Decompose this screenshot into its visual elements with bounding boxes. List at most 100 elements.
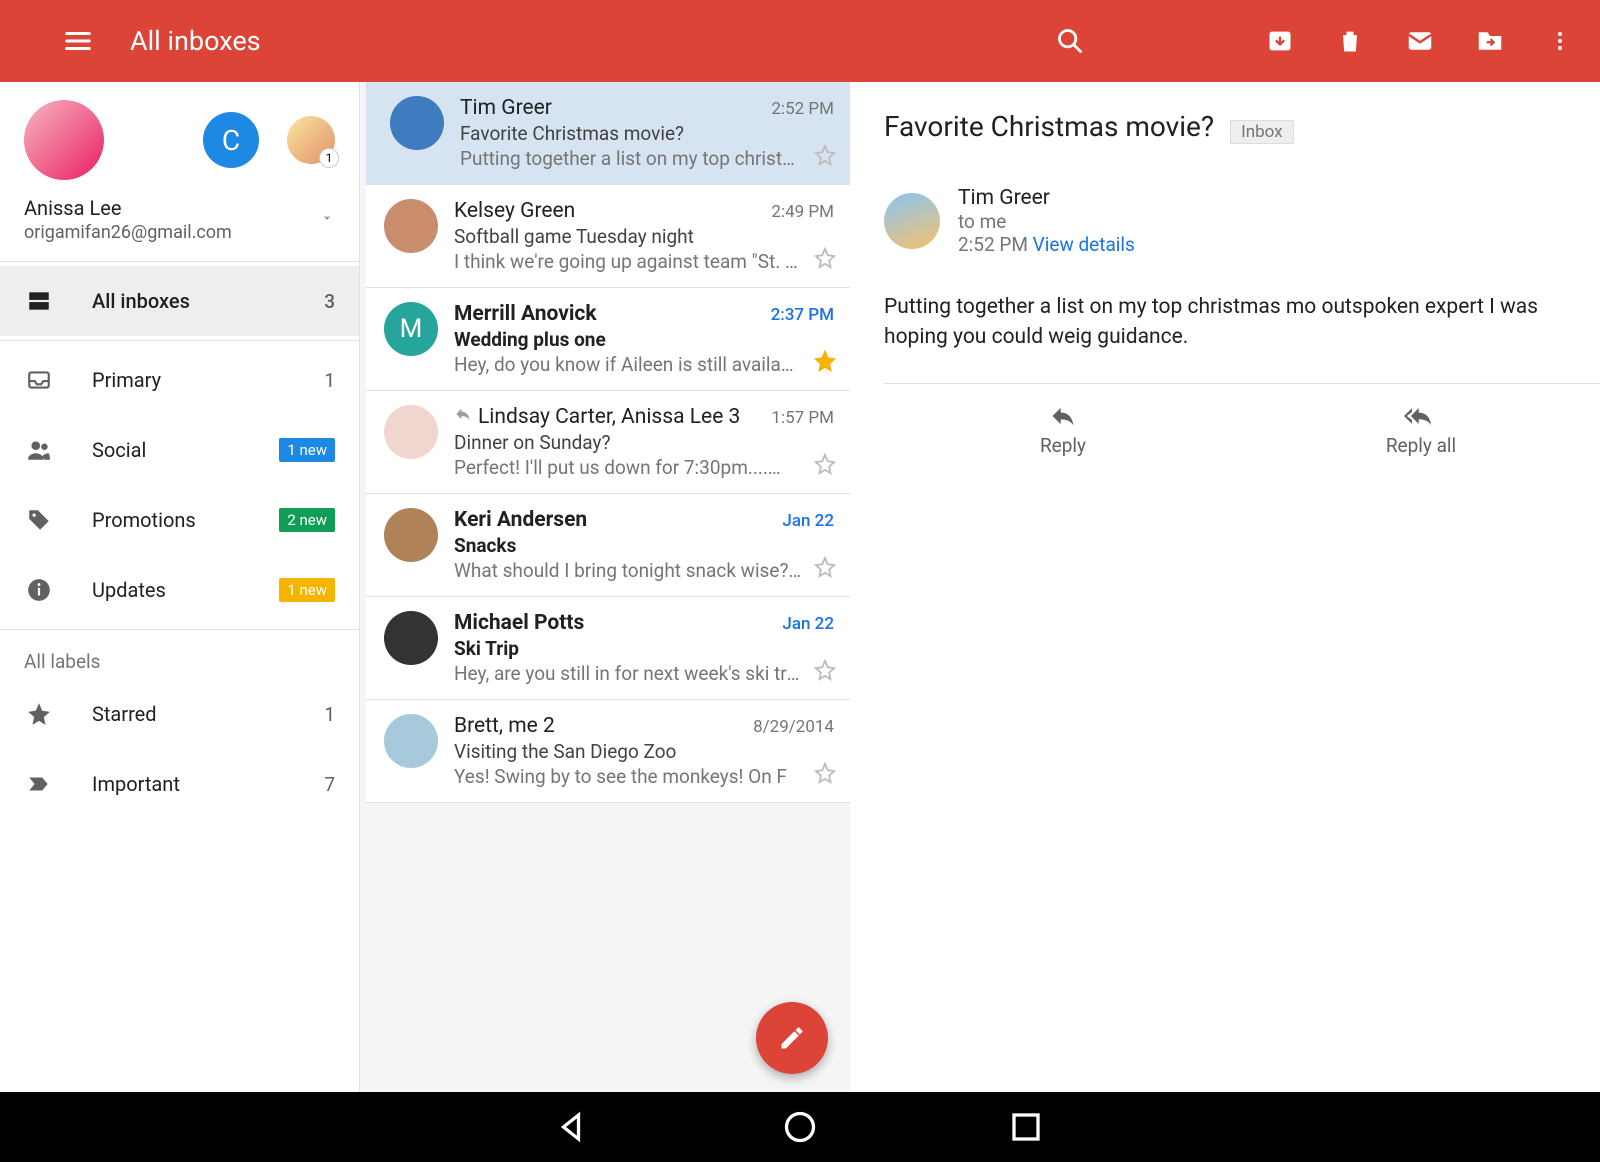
message-row[interactable]: Brett, me 2 8/29/2014 Visiting the San Die… bbox=[366, 700, 850, 803]
message-subject: Visiting the San Diego Zoo bbox=[454, 740, 834, 763]
reply-all-button[interactable]: Reply all bbox=[1242, 384, 1600, 475]
compose-fab[interactable] bbox=[756, 1002, 828, 1074]
toolbar-title: All inboxes bbox=[130, 25, 261, 57]
info-icon bbox=[24, 577, 54, 603]
current-account-avatar[interactable] bbox=[24, 100, 104, 180]
nav-count: 7 bbox=[324, 773, 335, 796]
nav-label: Updates bbox=[92, 578, 166, 602]
recipient-line: to me bbox=[958, 210, 1135, 233]
message-row[interactable]: MMerrill Anovick2:37 PMWedding plus oneH… bbox=[366, 288, 850, 391]
nav-label: Primary bbox=[92, 368, 161, 392]
nav-count: 1 bbox=[324, 703, 335, 726]
app-toolbar: All inboxes bbox=[0, 0, 1600, 82]
message-subject: Dinner on Sunday? bbox=[454, 431, 834, 454]
sender-text: Brett, me 2 bbox=[454, 714, 555, 738]
reply-label: Reply bbox=[1040, 434, 1086, 457]
star-icon[interactable] bbox=[814, 247, 836, 273]
sender-text: Keri Andersen bbox=[454, 508, 587, 532]
reading-pane: Favorite Christmas movie? Inbox Tim Gree… bbox=[850, 82, 1600, 1092]
nav-label: Starred bbox=[92, 702, 157, 726]
nav-count: 1 bbox=[324, 369, 335, 392]
star-icon bbox=[24, 701, 54, 727]
message-body: Putting together a list on my top christ… bbox=[884, 292, 1600, 353]
view-details-link[interactable]: View details bbox=[1033, 233, 1135, 256]
message-row[interactable]: Kelsey Green2:49 PMSoftball game Tuesday… bbox=[366, 185, 850, 288]
mark-unread-icon[interactable] bbox=[1404, 25, 1436, 57]
account-header: C 1 Anissa Lee origamifan26@gmail.com bbox=[0, 82, 359, 257]
account-switcher[interactable]: Anissa Lee origamifan26@gmail.com bbox=[24, 196, 335, 243]
nav-all-inboxes[interactable]: All inboxes 3 bbox=[0, 266, 359, 336]
sender-avatar[interactable] bbox=[384, 508, 438, 562]
nav-promotions[interactable]: Promotions 2 new bbox=[0, 485, 359, 555]
message-time: Jan 22 bbox=[782, 614, 834, 634]
message-row[interactable]: Michael PottsJan 22Ski TripHey, are you … bbox=[366, 597, 850, 700]
account-name: Anissa Lee bbox=[24, 196, 232, 220]
star-icon[interactable] bbox=[814, 144, 836, 170]
archive-icon[interactable] bbox=[1264, 25, 1296, 57]
nav-starred[interactable]: Starred 1 bbox=[0, 679, 359, 749]
nav-important[interactable]: Important 7 bbox=[0, 749, 359, 819]
nav-label: Important bbox=[92, 772, 180, 796]
sender-name: Tim Greer bbox=[958, 186, 1135, 210]
message-subject: Favorite Christmas movie? bbox=[460, 122, 834, 145]
message-subject: Ski Trip bbox=[454, 637, 834, 660]
message-snippet: Perfect! I'll put us down for 7:30pm....… bbox=[454, 456, 834, 479]
sender-text: Tim Greer bbox=[460, 96, 552, 120]
star-icon[interactable] bbox=[814, 762, 836, 788]
account-email: origamifan26@gmail.com bbox=[24, 222, 232, 243]
nav-primary[interactable]: Primary 1 bbox=[0, 345, 359, 415]
nav-badge: 1 new bbox=[279, 438, 335, 462]
sender-avatar[interactable] bbox=[384, 714, 438, 768]
overflow-icon[interactable] bbox=[1544, 25, 1576, 57]
reply-button[interactable]: Reply bbox=[884, 384, 1242, 475]
message-snippet: What should I bring tonight snack wise? … bbox=[454, 559, 834, 582]
sender-avatar[interactable]: M bbox=[384, 302, 438, 356]
star-icon[interactable] bbox=[814, 453, 836, 479]
sender-avatar[interactable] bbox=[384, 199, 438, 253]
move-to-icon[interactable] bbox=[1474, 25, 1506, 57]
message-row[interactable]: Lindsay Carter, Anissa Lee 31:57 PMDinne… bbox=[366, 391, 850, 494]
message-row[interactable]: Keri Andersen Jan 22 SnacksWhat should I b… bbox=[366, 494, 850, 597]
message-subject: Wedding plus one bbox=[454, 328, 834, 351]
sender-text: Kelsey Green bbox=[454, 199, 575, 223]
sender-avatar[interactable] bbox=[390, 96, 444, 150]
star-icon[interactable] bbox=[814, 350, 836, 376]
secondary-account-avatar-1[interactable]: C bbox=[203, 112, 259, 168]
message-subject: Softball game Tuesday night bbox=[454, 225, 834, 248]
tag-icon bbox=[24, 507, 54, 533]
home-button[interactable] bbox=[782, 1109, 818, 1145]
inbox-icon bbox=[24, 367, 54, 393]
back-button[interactable] bbox=[556, 1109, 592, 1145]
message-time: 2:52 PM bbox=[958, 233, 1028, 256]
message-time: 2:52 PM bbox=[771, 99, 834, 119]
nav-badge: 2 new bbox=[279, 508, 335, 532]
nav-updates[interactable]: Updates 1 new bbox=[0, 555, 359, 625]
message-snippet: Putting together a list on my top christ… bbox=[460, 147, 834, 170]
sender-text: Lindsay Carter, Anissa Lee 3 bbox=[478, 405, 740, 429]
delete-icon[interactable] bbox=[1334, 25, 1366, 57]
account-badge: 1 bbox=[319, 148, 339, 168]
label-chip[interactable]: Inbox bbox=[1230, 120, 1294, 144]
message-list: Tim Greer 2:52 PM Favorite Christmas movie… bbox=[360, 82, 850, 1092]
message-snippet: Yes! Swing by to see the monkeys! On F bbox=[454, 765, 834, 788]
message-subject: Snacks bbox=[454, 534, 834, 557]
message-meta: 2:52 PM View details bbox=[958, 233, 1135, 256]
menu-icon[interactable] bbox=[62, 25, 94, 57]
message-time: 8/29/2014 bbox=[753, 717, 834, 737]
star-icon[interactable] bbox=[814, 659, 836, 685]
recents-button[interactable] bbox=[1008, 1109, 1044, 1145]
star-icon[interactable] bbox=[814, 556, 836, 582]
nav-social[interactable]: Social 1 new bbox=[0, 415, 359, 485]
sender-avatar[interactable] bbox=[384, 611, 438, 665]
nav-section-header: All labels bbox=[0, 634, 359, 679]
reply-icon bbox=[454, 405, 472, 428]
secondary-account-avatar-2[interactable]: 1 bbox=[287, 116, 335, 164]
search-icon[interactable] bbox=[1054, 25, 1086, 57]
nav-count: 3 bbox=[324, 290, 335, 313]
sender-text: Michael Potts bbox=[454, 611, 584, 635]
message-time: Jan 22 bbox=[782, 511, 834, 531]
message-row[interactable]: Tim Greer 2:52 PM Favorite Christmas movie… bbox=[360, 82, 850, 185]
sender-avatar[interactable] bbox=[884, 193, 940, 249]
sender-avatar[interactable] bbox=[384, 405, 438, 459]
inbox-chip: Inbox bbox=[772, 460, 820, 478]
